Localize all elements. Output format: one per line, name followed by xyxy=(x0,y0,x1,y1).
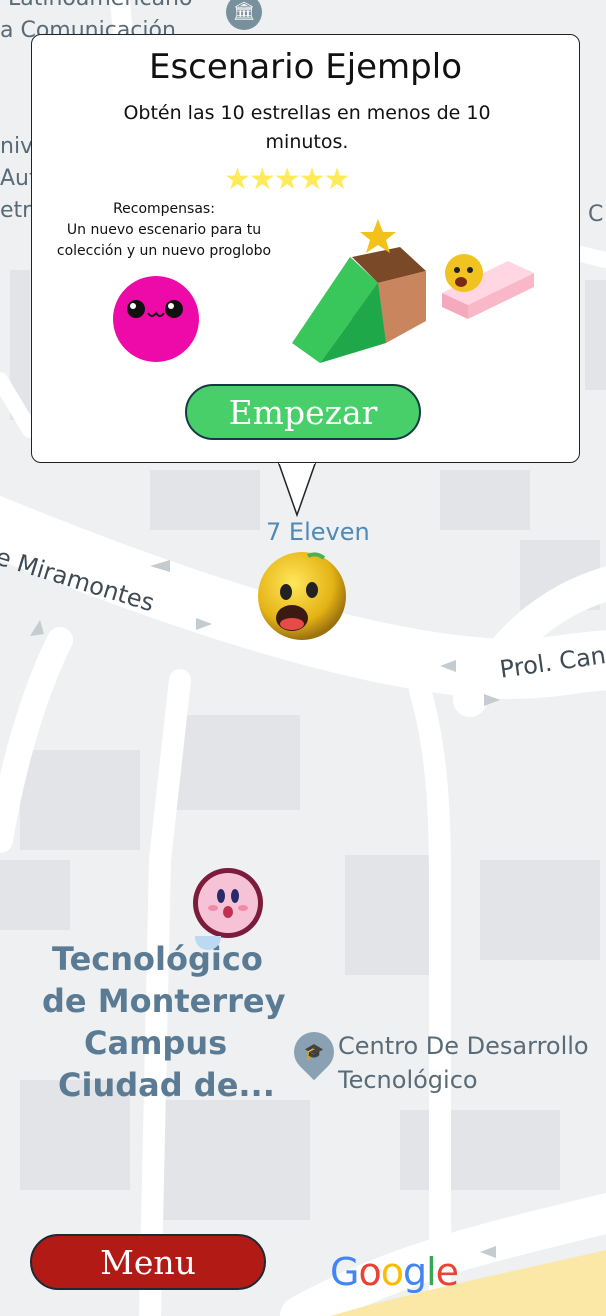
start-button[interactable]: Empezar xyxy=(185,384,421,440)
map-label-right-c: C xyxy=(588,202,604,227)
google-logo: Google xyxy=(330,1250,459,1294)
menu-button[interactable]: Menu xyxy=(30,1234,266,1290)
map-label-centro-1[interactable]: Centro De Desarrollo xyxy=(338,1032,589,1060)
map-label-left1: niv xyxy=(0,134,34,159)
google-letter: e xyxy=(435,1250,459,1294)
cube-scenario-icon xyxy=(292,219,426,363)
rewards-text: Un nuevo escenario para tu colección y u… xyxy=(56,222,272,259)
education-cap-icon: 🎓 xyxy=(304,1042,324,1061)
yellow-face-marker[interactable] xyxy=(256,550,348,642)
yellow-face-icon xyxy=(445,254,483,292)
star-rating: ★★★★★ xyxy=(224,162,350,197)
map-label-tec-1[interactable]: Tecnológico xyxy=(52,940,263,978)
google-letter: o xyxy=(380,1250,404,1294)
map-label-seven-eleven[interactable]: 7 Eleven xyxy=(266,518,370,546)
map-label-centro-2[interactable]: Tecnológico xyxy=(338,1066,478,1094)
google-letter: g xyxy=(402,1250,427,1294)
popup-description: Obtén las 10 estrellas en menos de 10 mi… xyxy=(123,102,491,153)
map-label-tec-3[interactable]: Campus xyxy=(84,1024,227,1062)
scenario-popup: Escenario Ejemplo Obtén las 10 estrellas… xyxy=(31,34,580,463)
google-letter: G xyxy=(330,1250,359,1294)
map-label-tec-2[interactable]: de Monterrey xyxy=(42,982,285,1020)
google-letter: o xyxy=(358,1250,381,1294)
pink-balloon-icon xyxy=(113,276,199,362)
kirby-icon[interactable] xyxy=(191,866,265,940)
map-label-tec-4[interactable]: Ciudad de... xyxy=(58,1066,275,1104)
google-letter: l xyxy=(426,1250,437,1294)
rewards-section: Recompensas: Un nuevo escenario para tu … xyxy=(44,199,284,262)
rewards-title: Recompensas: xyxy=(113,201,215,217)
map-label-top: Latinoamericano xyxy=(8,0,192,11)
popup-title: Escenario Ejemplo xyxy=(148,47,463,87)
popup-tail xyxy=(277,461,317,517)
